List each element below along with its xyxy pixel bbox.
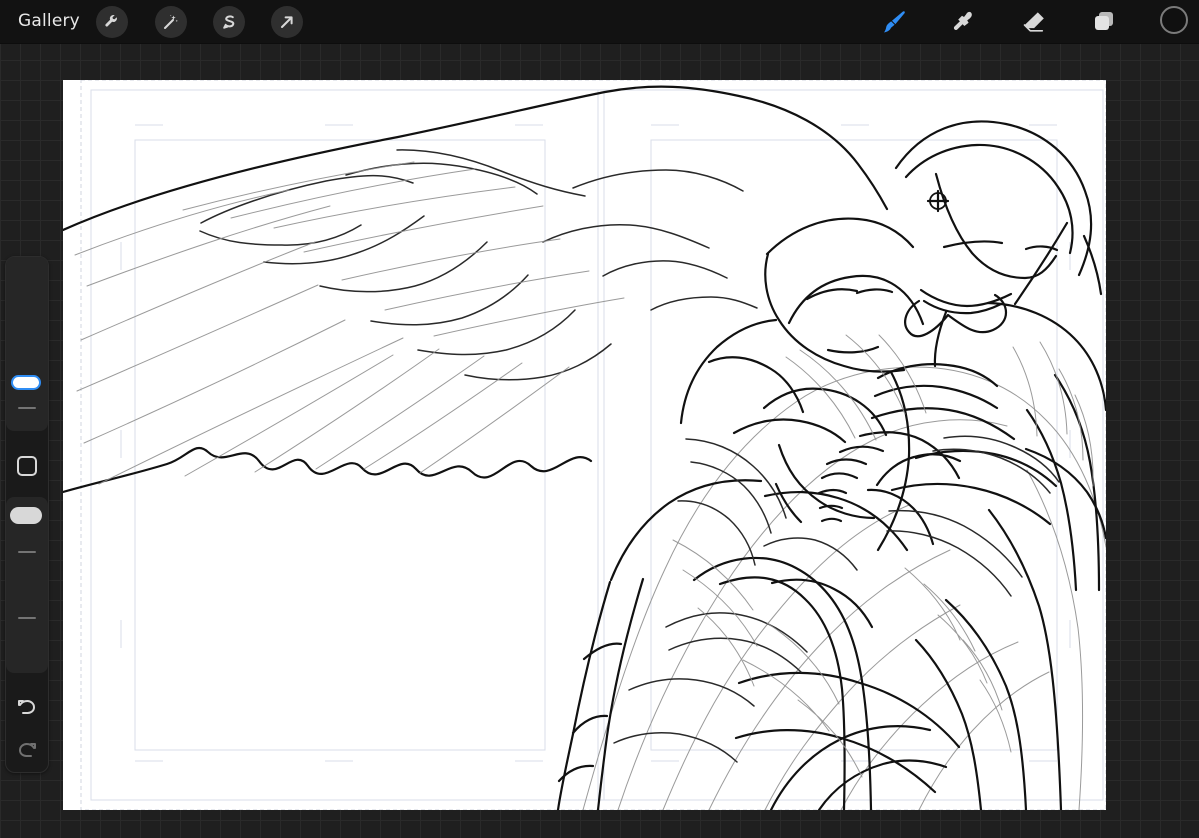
redo-icon[interactable] <box>16 738 38 760</box>
opacity-marker-top <box>18 551 36 553</box>
brush-icon[interactable] <box>878 6 910 38</box>
brush-size-marker <box>18 407 36 409</box>
opacity-thumb[interactable] <box>10 507 42 524</box>
sketch-artwork <box>63 80 1106 810</box>
opacity-marker-bottom <box>18 617 36 619</box>
gallery-button[interactable]: Gallery <box>18 11 80 31</box>
left-sidebar <box>5 256 49 773</box>
layers-icon[interactable] <box>1088 6 1120 38</box>
brush-size-slider[interactable] <box>6 257 48 431</box>
eraser-icon[interactable] <box>1018 6 1050 38</box>
top-toolbar: Gallery <box>0 0 1199 44</box>
brush-size-thumb[interactable] <box>11 375 41 390</box>
transform-arrow-icon[interactable] <box>271 6 303 38</box>
opacity-slider[interactable] <box>6 497 48 673</box>
smudge-icon[interactable] <box>948 6 980 38</box>
modify-button-icon[interactable] <box>16 455 38 477</box>
undo-icon[interactable] <box>16 695 38 717</box>
drawing-canvas[interactable] <box>63 80 1106 810</box>
selection-icon[interactable] <box>213 6 245 38</box>
procreate-workspace: Gallery <box>0 0 1199 838</box>
magic-wand-icon[interactable] <box>155 6 187 38</box>
current-color-swatch[interactable] <box>1160 6 1188 34</box>
wrench-icon[interactable] <box>96 6 128 38</box>
